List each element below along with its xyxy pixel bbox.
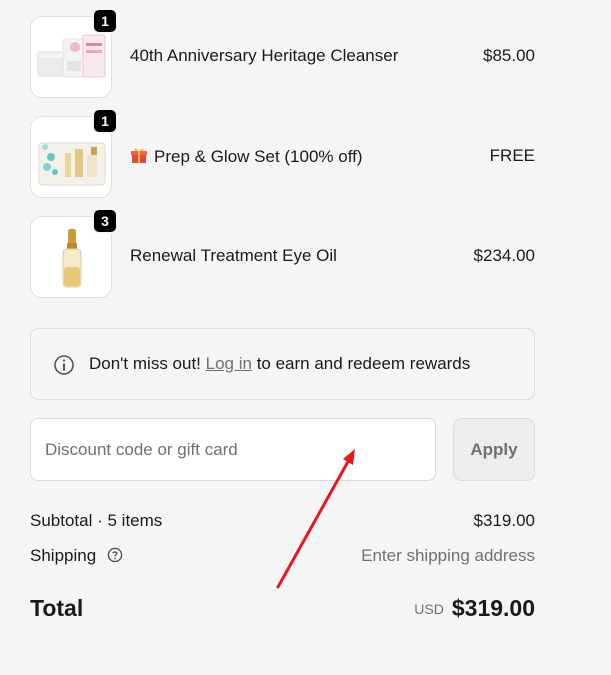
line-item: 1 Prep & Glow Set (100% off) FREE [30,108,535,198]
order-summary: 1 40th Anniversary Heritage Cleanser $85… [0,0,611,675]
item-price: $234.00 [473,246,535,265]
total-label: Total [30,595,84,621]
item-price: $85.00 [483,46,535,65]
subtotal-row: Subtotal · 5 items $319.00 [30,511,535,533]
shipping-value: Enter shipping address [361,546,535,565]
notice-text: Don't miss out! Log in to earn and redee… [89,354,470,374]
currency-code: USD [414,601,444,617]
subtotal-label: Subtotal · 5 items [30,511,163,530]
item-price: FREE [489,146,535,165]
item-name: Prep & Glow Set (100% off) [130,146,363,167]
total-value-group: USD $319.00 [414,595,535,622]
gift-icon [131,148,147,163]
notice-suffix: to earn and redeem rewards [256,354,471,373]
info-icon [54,355,74,375]
subtotal-value: $319.00 [473,511,535,530]
quantity-badge: 3 [92,208,118,234]
rewards-notice: Don't miss out! Log in to earn and redee… [30,328,535,400]
notice-prefix: Don't miss out! [89,354,201,373]
line-item: 3 Renewal Treatment Eye Oil $234.00 [30,208,535,298]
quantity-badge: 1 [92,8,118,34]
item-name-text: Prep & Glow Set (100% off) [154,147,363,166]
total-row: Total USD $319.00 [30,595,535,625]
shipping-row: Shipping Enter shipping address [30,546,535,568]
apply-button[interactable]: Apply [453,418,535,481]
question-circle-icon[interactable] [107,547,123,563]
shipping-label: Shipping [30,546,97,565]
shipping-label-group: Shipping [30,546,123,566]
line-item: 1 40th Anniversary Heritage Cleanser $85… [30,8,535,98]
total-amount: $319.00 [451,595,535,621]
quantity-badge: 1 [92,108,118,134]
discount-code-input[interactable] [30,418,436,481]
item-name: 40th Anniversary Heritage Cleanser [130,46,399,65]
login-link[interactable]: Log in [206,354,252,373]
item-name: Renewal Treatment Eye Oil [130,246,337,265]
